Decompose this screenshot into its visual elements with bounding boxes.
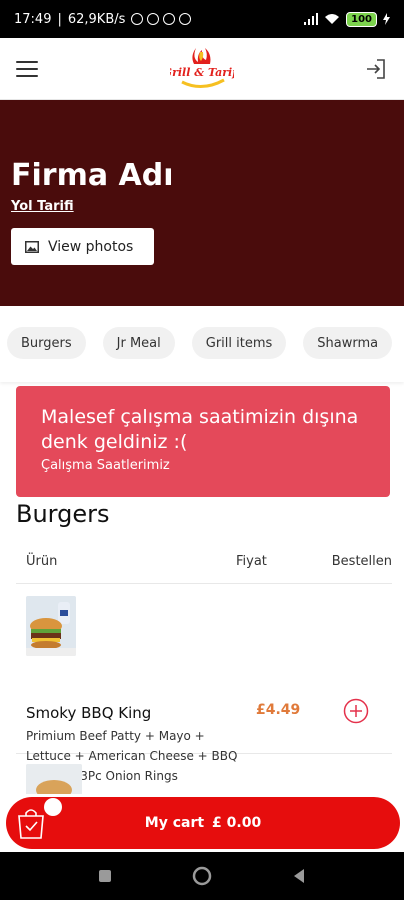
category-bar: Burgers Jr Meal Grill items Shawrma bbox=[0, 306, 404, 382]
product-name: Smoky BBQ King bbox=[26, 704, 152, 722]
login-icon[interactable] bbox=[364, 57, 388, 81]
status-bar: 17:49 | 62,9KB/s 100 bbox=[0, 0, 404, 38]
notification-icons bbox=[131, 13, 192, 25]
image-icon bbox=[25, 240, 39, 253]
hero-banner: Firma Adı Yol Tarifi View photos bbox=[0, 100, 404, 306]
menu-icon[interactable] bbox=[16, 60, 38, 77]
wifi-icon bbox=[325, 14, 340, 24]
directions-link[interactable]: Yol Tarifi bbox=[11, 199, 74, 214]
notification-icon bbox=[147, 13, 160, 25]
status-net-speed: 62,9KB/s bbox=[67, 11, 126, 27]
product-image[interactable] bbox=[26, 764, 82, 794]
table-header: Ürün Fiyat Bestellen bbox=[16, 540, 392, 584]
home-icon[interactable] bbox=[192, 866, 212, 886]
status-right: 100 bbox=[303, 11, 390, 27]
battery-icon: 100 bbox=[346, 11, 377, 27]
app-header: Grill & Tariff bbox=[0, 38, 404, 100]
product-table: Ürün Fiyat Bestellen Smoky BBQ King Prim… bbox=[16, 540, 392, 783]
view-photos-button[interactable]: View photos bbox=[11, 228, 154, 265]
back-icon[interactable] bbox=[292, 868, 306, 884]
column-header-price: Fiyat bbox=[236, 554, 267, 569]
closed-alert-title: Malesef çalışma saatimizin dışına denk g… bbox=[41, 406, 359, 453]
column-header-order: Bestellen bbox=[331, 554, 392, 569]
status-left: 17:49 | 62,9KB/s bbox=[14, 11, 192, 27]
table-row[interactable]: Smoky BBQ King Primium Beef Patty + Mayo… bbox=[16, 584, 392, 783]
category-chip-burgers[interactable]: Burgers bbox=[7, 327, 86, 359]
working-hours-link[interactable]: Çalışma Saatlerimiz bbox=[41, 458, 365, 473]
column-header-product: Ürün bbox=[26, 554, 58, 569]
shopping-bag-icon bbox=[18, 809, 44, 839]
cart-badge bbox=[44, 798, 62, 816]
add-to-cart-icon[interactable] bbox=[343, 698, 369, 724]
logo-text: Grill & Tariff bbox=[170, 66, 234, 79]
signal-icon bbox=[303, 13, 319, 25]
notification-icon bbox=[131, 13, 144, 25]
status-separator: | bbox=[57, 11, 62, 27]
category-chip-grill-items[interactable]: Grill items bbox=[191, 327, 287, 359]
section-title: Burgers bbox=[16, 500, 110, 528]
category-chip-shawrma[interactable]: Shawrma bbox=[303, 327, 393, 359]
view-photos-label: View photos bbox=[48, 238, 134, 255]
call-icon bbox=[179, 13, 192, 25]
product-image[interactable] bbox=[26, 596, 76, 656]
system-navigation-bar bbox=[0, 852, 404, 900]
cart-text: My cart £ 0.00 bbox=[145, 815, 261, 831]
cart-label: My cart bbox=[144, 815, 205, 831]
product-price: £4.49 bbox=[256, 702, 301, 718]
closed-alert: Malesef çalışma saatimizin dışına denk g… bbox=[16, 386, 390, 497]
category-list: Burgers Jr Meal Grill items Shawrma bbox=[7, 327, 393, 359]
notification-icon bbox=[163, 13, 176, 25]
brand-logo[interactable]: Grill & Tariff bbox=[170, 46, 234, 92]
screen: 17:49 | 62,9KB/s 100 rill & Tari Firma A… bbox=[0, 0, 404, 900]
cart-total: £ 0.00 bbox=[212, 815, 262, 831]
category-chip-jr-meal[interactable]: Jr Meal bbox=[102, 327, 175, 359]
business-name: Firma Adı bbox=[11, 158, 174, 193]
status-time: 17:49 bbox=[14, 11, 52, 27]
cart-button[interactable]: My cart £ 0.00 bbox=[6, 797, 400, 849]
charging-icon bbox=[383, 13, 390, 25]
recent-apps-icon[interactable] bbox=[98, 869, 112, 883]
